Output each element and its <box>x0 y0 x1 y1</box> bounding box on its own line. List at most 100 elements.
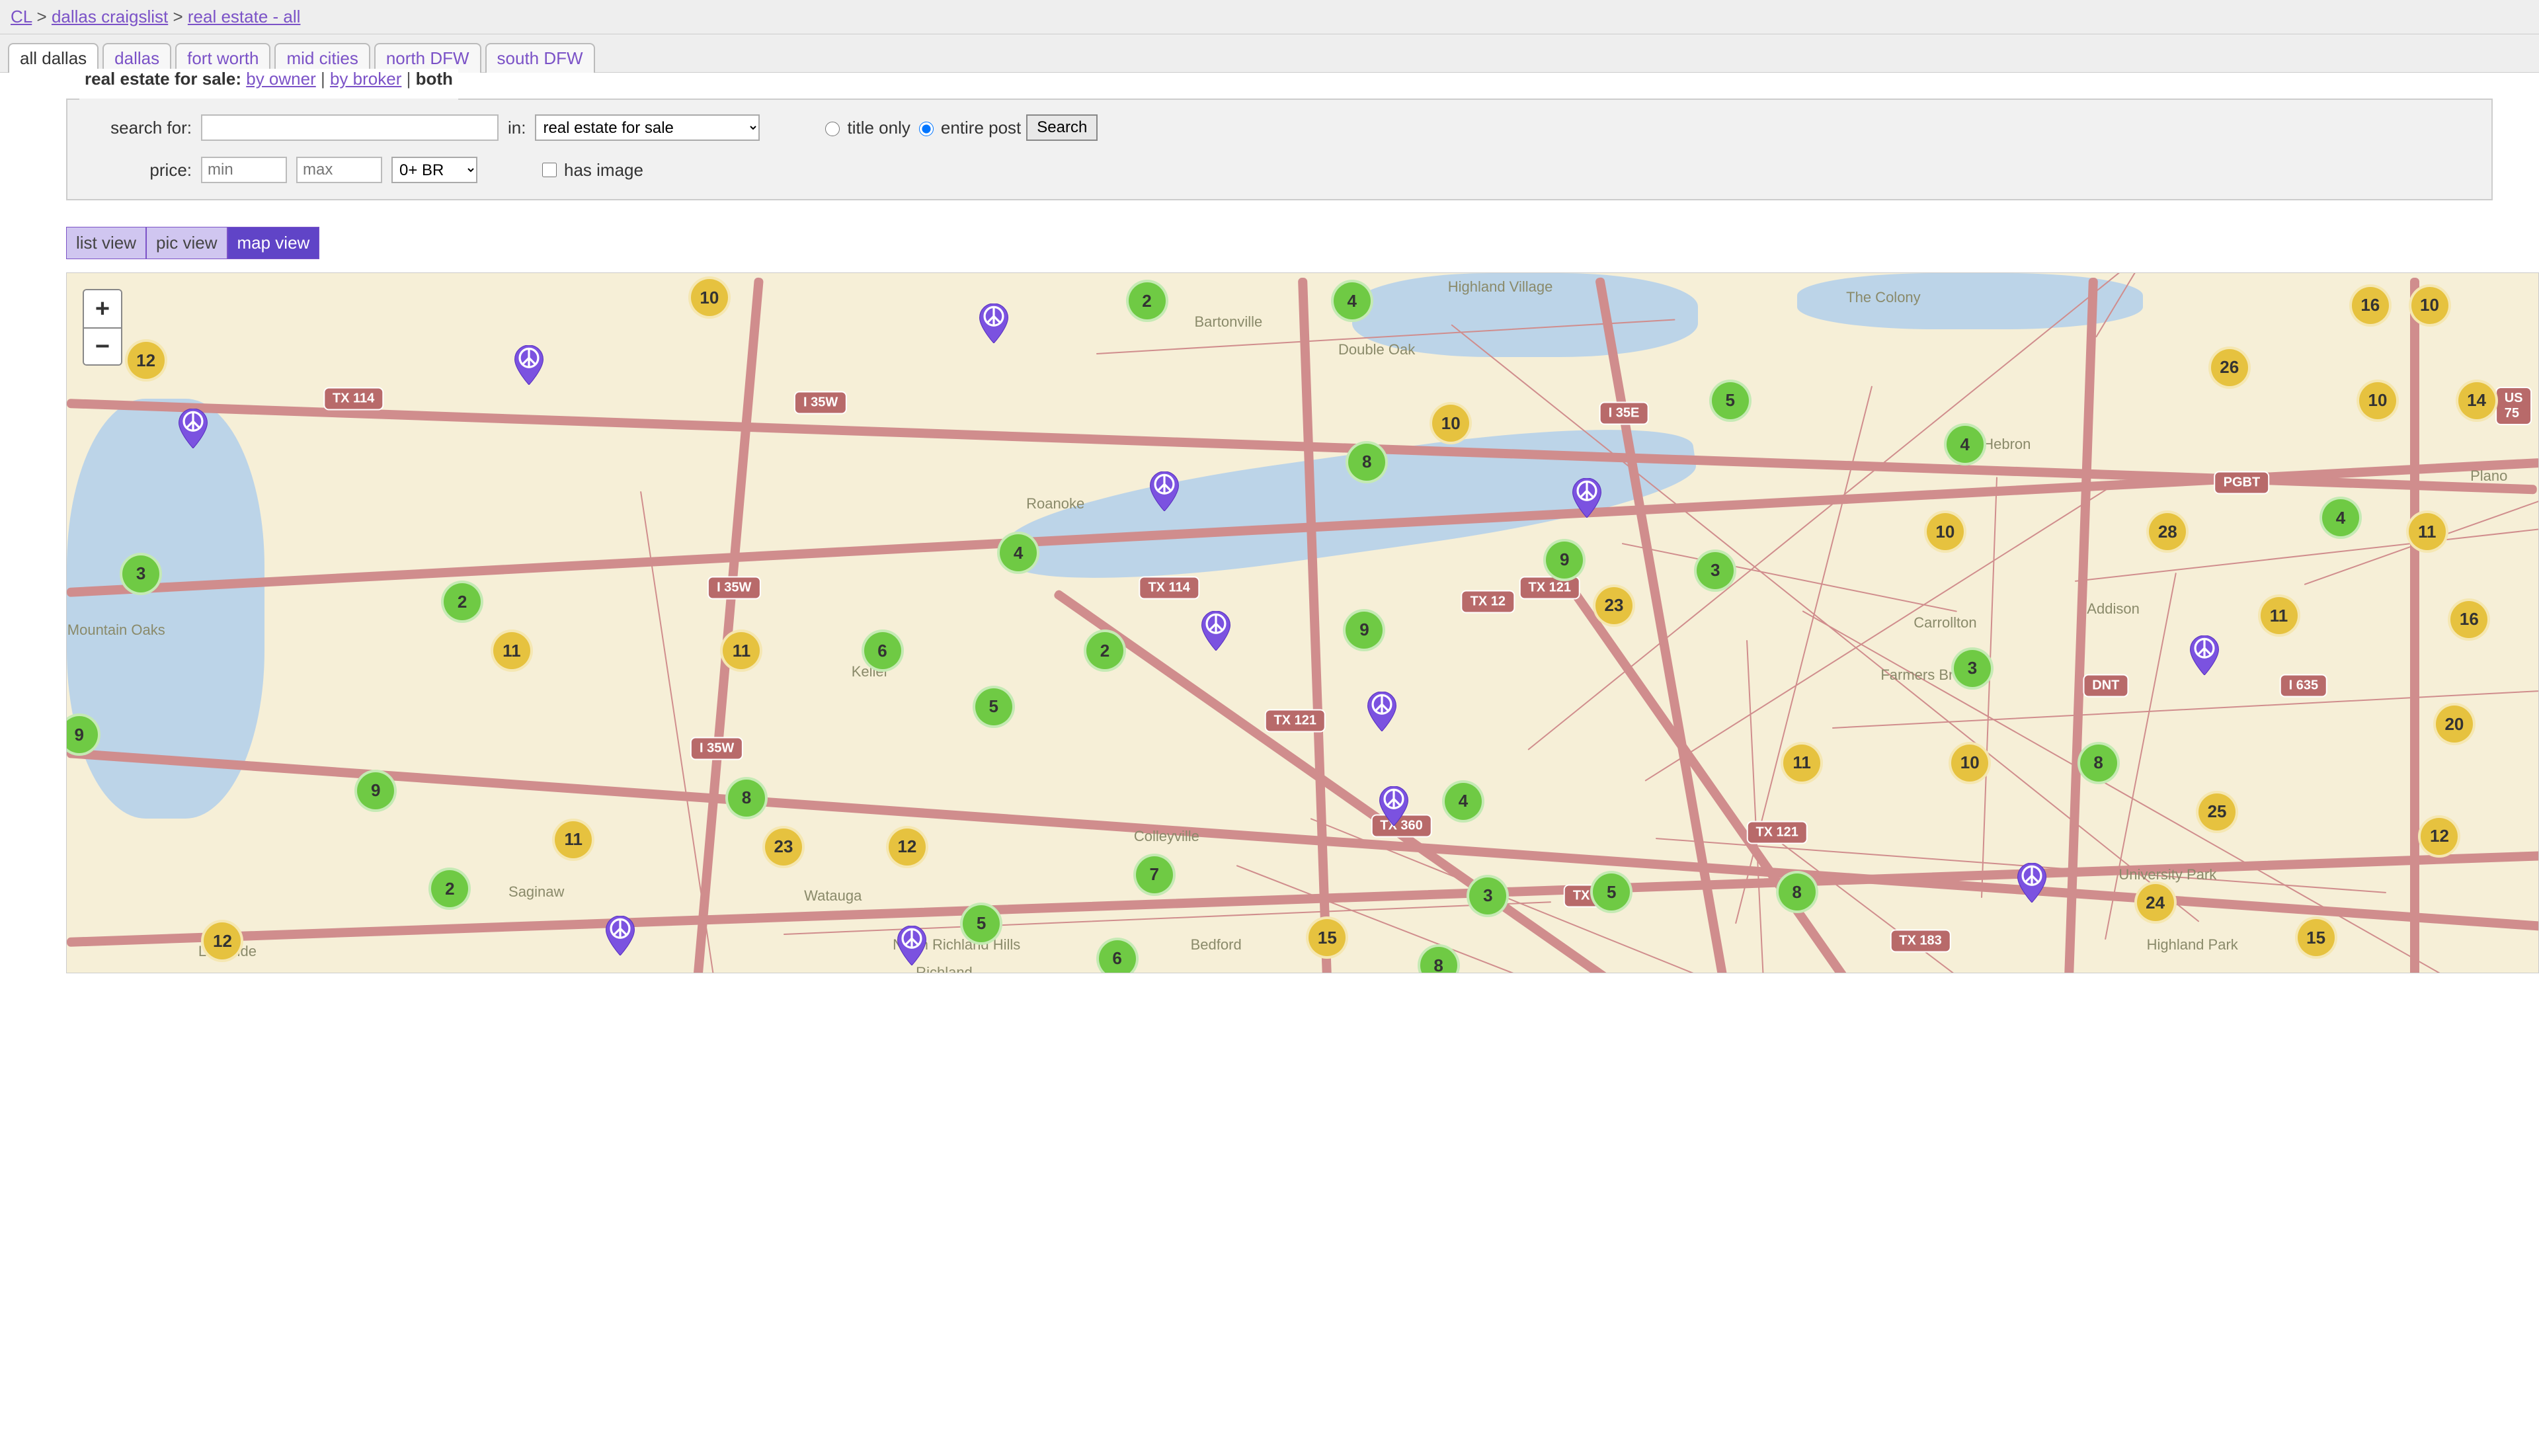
map-cluster[interactable]: 5 <box>960 903 1002 945</box>
price-min-input[interactable] <box>201 157 287 183</box>
map-pin-icon[interactable] <box>897 926 926 965</box>
map-cluster[interactable]: 12 <box>2418 815 2460 858</box>
route-shield: US 75 <box>2495 387 2532 425</box>
map-pin-icon[interactable] <box>1572 478 1601 518</box>
map-cluster[interactable]: 4 <box>2319 497 2362 539</box>
map-pin-icon[interactable] <box>606 916 635 955</box>
map-pin-icon[interactable] <box>1379 786 1408 826</box>
map-cluster[interactable]: 9 <box>1543 539 1586 581</box>
map-cluster[interactable]: 8 <box>1776 871 1818 913</box>
search-button[interactable]: Search <box>1026 114 1098 141</box>
map-cluster[interactable]: 7 <box>1133 854 1176 896</box>
map-cluster[interactable]: 10 <box>2357 380 2399 422</box>
has-image-checkbox[interactable] <box>542 163 557 177</box>
map-cluster[interactable]: 2 <box>441 581 483 623</box>
list-view-tab[interactable]: list view <box>66 227 146 259</box>
map-cluster[interactable]: 4 <box>1331 280 1373 322</box>
map-pin-icon[interactable] <box>514 345 544 385</box>
map-cluster[interactable]: 8 <box>2077 742 2120 784</box>
map-cluster[interactable]: 15 <box>1306 916 1348 959</box>
map-pin-icon[interactable] <box>2017 863 2046 903</box>
map-cluster[interactable]: 10 <box>688 276 731 319</box>
place-label: Roanoke <box>1026 495 1084 512</box>
bedrooms-select[interactable]: 0+ BR <box>391 157 477 183</box>
map-cluster[interactable]: 4 <box>1442 780 1484 823</box>
search-legend: real estate for sale: by owner | by brok… <box>79 69 458 89</box>
map-cluster[interactable]: 4 <box>997 532 1039 574</box>
entire-post-radio[interactable] <box>919 122 934 136</box>
map-cluster[interactable]: 3 <box>120 553 162 595</box>
map-pin-icon[interactable] <box>179 409 208 448</box>
map-cluster[interactable]: 5 <box>1590 871 1632 913</box>
map-pin-icon[interactable] <box>1367 692 1396 731</box>
place-label: Colleyville <box>1134 828 1199 845</box>
map-cluster[interactable]: 11 <box>552 819 594 861</box>
map-cluster[interactable]: 12 <box>886 826 928 868</box>
map-cluster[interactable]: 8 <box>725 777 768 819</box>
search-panel: real estate for sale: by owner | by brok… <box>66 89 2493 200</box>
map-cluster[interactable]: 12 <box>201 920 243 962</box>
map-pin-icon[interactable] <box>1150 471 1179 511</box>
route-shield: I 35W <box>794 391 847 414</box>
place-label: Mountain Oaks <box>67 622 165 639</box>
map-cluster[interactable]: 2 <box>1126 280 1168 322</box>
map-cluster[interactable]: 26 <box>2208 346 2251 389</box>
map-pin-icon[interactable] <box>2190 635 2219 675</box>
map-cluster[interactable]: 28 <box>2146 510 2189 553</box>
map-cluster[interactable]: 16 <box>2349 284 2392 327</box>
map-cluster[interactable]: 12 <box>125 339 167 382</box>
price-max-input[interactable] <box>296 157 382 183</box>
breadcrumb-cl[interactable]: CL <box>11 7 32 26</box>
map-cluster[interactable]: 10 <box>1430 402 1472 444</box>
map-cluster[interactable]: 3 <box>1951 647 1994 690</box>
map-cluster[interactable]: 4 <box>1944 423 1986 465</box>
map-cluster[interactable]: 11 <box>491 629 533 672</box>
place-label: The Colony <box>1846 289 1921 306</box>
map-cluster[interactable]: 10 <box>2409 284 2451 327</box>
map-cluster[interactable]: 9 <box>354 770 397 812</box>
map-cluster[interactable]: 3 <box>1694 549 1736 592</box>
route-shield: TX 114 <box>1139 577 1199 600</box>
map-cluster[interactable]: 11 <box>1781 742 1823 784</box>
map-cluster[interactable]: 5 <box>1709 380 1752 422</box>
map[interactable]: + − TX 114I 35WI 35EUS 75PGBTI 35WTX 114… <box>66 272 2539 973</box>
breadcrumb-section[interactable]: real estate - all <box>188 7 301 26</box>
map-view-tab[interactable]: map view <box>227 227 320 259</box>
place-label: University Park <box>2118 866 2216 883</box>
zoom-in-button[interactable]: + <box>84 290 121 327</box>
zoom-out-button[interactable]: − <box>84 327 121 364</box>
by-owner-link[interactable]: by owner <box>246 69 316 89</box>
zoom-controls: + − <box>83 289 122 366</box>
map-cluster[interactable]: 3 <box>1467 875 1509 917</box>
region-tab-south-DFW[interactable]: south DFW <box>485 43 595 73</box>
map-cluster[interactable]: 5 <box>973 686 1015 728</box>
map-cluster[interactable]: 20 <box>2433 703 2476 745</box>
place-label: Highland Village <box>1448 278 1553 296</box>
title-only-radio[interactable] <box>825 122 840 136</box>
map-cluster[interactable]: 23 <box>1593 585 1635 627</box>
map-cluster[interactable]: 25 <box>2196 791 2238 833</box>
map-cluster[interactable]: 2 <box>428 868 471 910</box>
place-label: Carrollton <box>1914 614 1976 631</box>
breadcrumb-site[interactable]: dallas craigslist <box>52 7 168 26</box>
map-cluster[interactable]: 9 <box>1343 609 1385 651</box>
map-cluster[interactable]: 10 <box>1949 742 1991 784</box>
map-cluster[interactable]: 11 <box>2406 510 2448 553</box>
map-cluster[interactable]: 6 <box>862 629 904 672</box>
map-pin-icon[interactable] <box>1201 611 1230 651</box>
by-broker-link[interactable]: by broker <box>330 69 401 89</box>
map-cluster[interactable]: 11 <box>2258 594 2300 637</box>
map-cluster[interactable]: 14 <box>2456 380 2498 422</box>
map-cluster[interactable]: 24 <box>2134 881 2177 924</box>
map-cluster[interactable]: 10 <box>1924 510 1966 553</box>
search-input[interactable] <box>201 114 499 141</box>
map-cluster[interactable]: 11 <box>720 629 762 672</box>
map-cluster[interactable]: 2 <box>1084 629 1126 672</box>
map-cluster[interactable]: 16 <box>2448 598 2490 641</box>
map-cluster[interactable]: 23 <box>762 826 805 868</box>
category-select[interactable]: real estate for sale <box>535 114 760 141</box>
map-cluster[interactable]: 8 <box>1346 441 1388 483</box>
map-pin-icon[interactable] <box>979 303 1008 343</box>
map-cluster[interactable]: 15 <box>2295 916 2337 959</box>
pic-view-tab[interactable]: pic view <box>146 227 227 259</box>
